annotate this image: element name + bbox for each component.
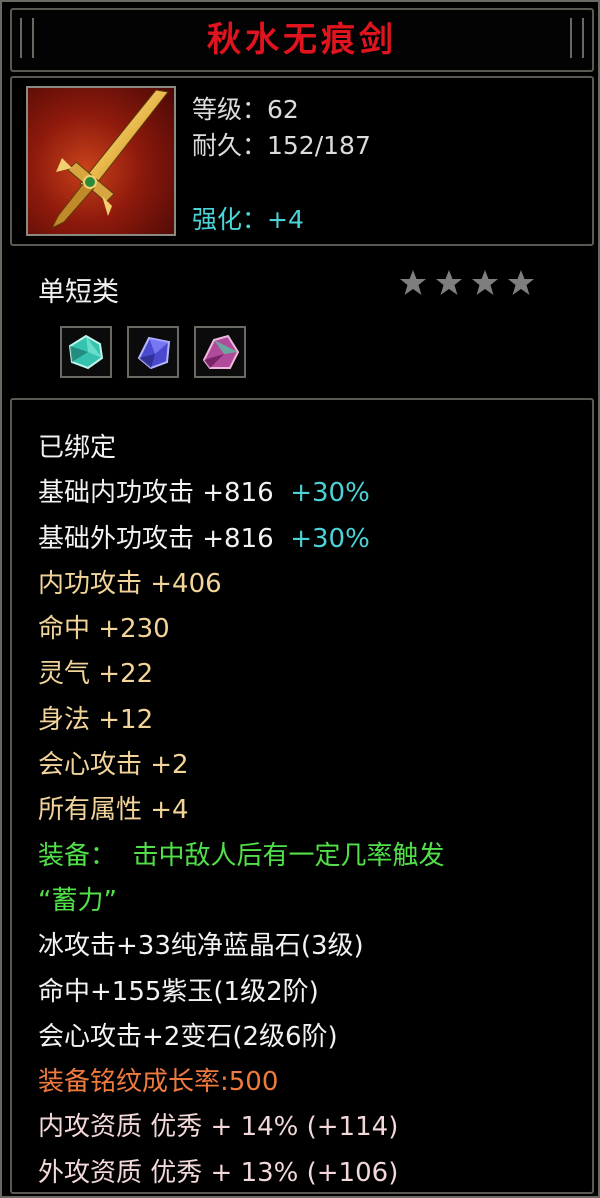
stat-spirit: 灵气 +22 [38, 659, 154, 690]
stat-crit-attack: 会心攻击 +2 [38, 750, 189, 781]
gem-slots [60, 326, 256, 378]
stat-base-outer-attack: 基础外功攻击 +816 +30% [38, 517, 582, 562]
item-level: 等级：62 [192, 95, 299, 124]
item-type: 单短类 [38, 277, 119, 308]
stat-hit: 命中 +230 [38, 614, 170, 645]
star-icon [470, 268, 500, 298]
item-name: 秋水无痕剑 [207, 20, 397, 60]
stat-agility: 身法 +12 [38, 704, 154, 735]
stats-panel: 已绑定 基础内功攻击 +816 +30% 基础外功攻击 +816 +30% 内功… [10, 398, 594, 1194]
star-icon [398, 268, 428, 298]
inscription-growth-rate: 装备铭纹成长率:500 [38, 1067, 279, 1098]
socketed-gem-2: 命中+155紫玉(1级2阶) [38, 976, 319, 1007]
outer-attack-quality: 外攻资质 优秀 + 13% (+106) [38, 1157, 399, 1188]
stat-value: 基础外功攻击 +816 [38, 523, 274, 554]
socketed-gem-1: 冰攻击+33纯净蓝晶石(3级) [38, 931, 364, 962]
bound-status: 已绑定 [38, 433, 117, 463]
equip-effect-line-1: 装备： 击中敌人后有一定几率触发 [38, 840, 445, 871]
blue-gem-icon[interactable] [127, 326, 180, 378]
stats-list: 已绑定 基础内功攻击 +816 +30% 基础外功攻击 +816 +30% 内功… [38, 426, 582, 1196]
item-durability: 耐久：152/187 [192, 131, 371, 160]
item-info-panel: 等级：62 耐久：152/187 强化：+4 [10, 76, 594, 246]
stat-value: 基础内功攻击 +816 [38, 478, 274, 509]
purple-gem-icon[interactable] [194, 326, 247, 378]
title-bar: 秋水无痕剑 [10, 8, 594, 72]
star-icon [506, 268, 536, 298]
sword-icon [26, 86, 176, 236]
socketed-gem-3: 会心攻击+2变石(2级6阶) [38, 1021, 338, 1052]
stat-inner-attack: 内功攻击 +406 [38, 568, 222, 599]
stat-all-attributes: 所有属性 +4 [38, 795, 189, 826]
inner-attack-quality: 内攻资质 优秀 + 14% (+114) [38, 1112, 399, 1143]
stat-bonus: +30% [290, 478, 370, 509]
stat-base-inner-attack: 基础内功攻击 +816 +30% [38, 471, 582, 516]
item-enhance-level: 强化：+4 [192, 205, 304, 234]
item-tooltip: 秋水无痕剑 等级：62 耐久：152/187 强化：+4 单短类 已绑定 基础内… [0, 0, 600, 1198]
equip-effect-line-2: “蓄力” [38, 885, 117, 916]
star-rating [398, 268, 542, 302]
teal-gem-icon[interactable] [60, 326, 112, 378]
star-icon [434, 268, 464, 298]
stat-bonus: +30% [290, 523, 370, 554]
